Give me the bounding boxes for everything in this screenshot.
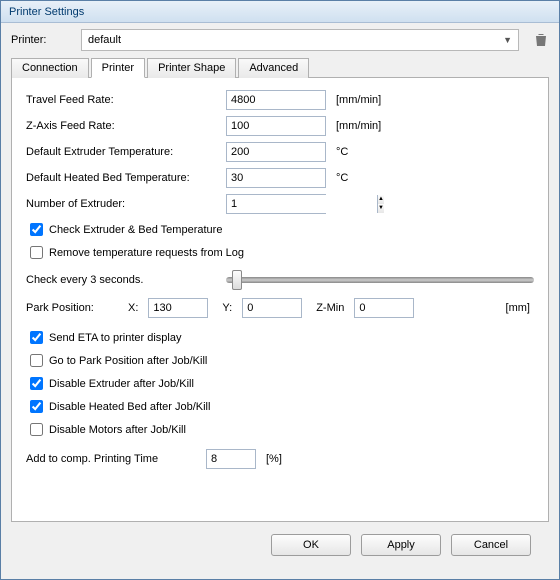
comp-time-input[interactable] <box>206 449 256 469</box>
spin-down-icon[interactable]: ▼ <box>378 204 384 213</box>
bed-temp-label: Default Heated Bed Temperature: <box>26 172 226 184</box>
extruder-temp-unit: °C <box>336 146 348 158</box>
z-feed-rate-input[interactable] <box>226 116 326 136</box>
num-extruder-label: Number of Extruder: <box>26 198 226 210</box>
travel-feed-rate-label: Travel Feed Rate: <box>26 94 226 106</box>
send-eta-label: Send ETA to printer display <box>49 332 181 344</box>
tab-advanced[interactable]: Advanced <box>238 58 309 78</box>
travel-feed-rate-input[interactable] <box>226 90 326 110</box>
park-position-label: Park Position: <box>26 302 114 314</box>
printer-select[interactable]: default ▼ <box>81 29 519 51</box>
park-y-label: Y: <box>222 302 232 314</box>
park-zmin-label: Z-Min <box>316 302 344 314</box>
remove-log-label: Remove temperature requests from Log <box>49 247 244 259</box>
ok-button[interactable]: OK <box>271 534 351 556</box>
go-park-checkbox[interactable] <box>30 354 43 367</box>
tab-printer-shape[interactable]: Printer Shape <box>147 58 236 78</box>
disable-bed-label: Disable Heated Bed after Job/Kill <box>49 401 210 413</box>
disable-bed-checkbox[interactable] <box>30 400 43 413</box>
tab-printer[interactable]: Printer <box>91 58 145 78</box>
disable-extruder-checkbox[interactable] <box>30 377 43 390</box>
trash-icon[interactable] <box>533 32 549 48</box>
park-zmin-input[interactable] <box>354 298 414 318</box>
printer-settings-window: Printer Settings Printer: default ▼ Conn… <box>0 0 560 580</box>
chevron-down-icon: ▼ <box>503 35 512 45</box>
titlebar: Printer Settings <box>1 1 559 23</box>
extruder-temp-input[interactable] <box>226 142 326 162</box>
apply-button[interactable]: Apply <box>361 534 441 556</box>
park-x-input[interactable] <box>148 298 208 318</box>
comp-time-unit: [%] <box>266 453 282 465</box>
park-x-label: X: <box>128 302 138 314</box>
z-feed-rate-unit: [mm/min] <box>336 120 381 132</box>
printer-tab-panel: Travel Feed Rate: [mm/min] Z-Axis Feed R… <box>11 78 549 522</box>
printer-select-value: default <box>88 34 121 46</box>
num-extruder-input[interactable] <box>227 195 377 213</box>
travel-feed-rate-unit: [mm/min] <box>336 94 381 106</box>
window-title: Printer Settings <box>9 6 84 18</box>
check-temp-checkbox[interactable] <box>30 223 43 236</box>
park-y-input[interactable] <box>242 298 302 318</box>
num-extruder-stepper[interactable]: ▲ ▼ <box>226 194 326 214</box>
check-interval-slider[interactable] <box>226 272 534 288</box>
z-feed-rate-label: Z-Axis Feed Rate: <box>26 120 226 132</box>
check-temp-label: Check Extruder & Bed Temperature <box>49 224 222 236</box>
spin-up-icon[interactable]: ▲ <box>378 195 384 204</box>
disable-motors-checkbox[interactable] <box>30 423 43 436</box>
check-interval-label: Check every 3 seconds. <box>26 274 226 286</box>
send-eta-checkbox[interactable] <box>30 331 43 344</box>
go-park-label: Go to Park Position after Job/Kill <box>49 355 207 367</box>
bed-temp-unit: °C <box>336 172 348 184</box>
disable-motors-label: Disable Motors after Job/Kill <box>49 424 186 436</box>
park-unit: [mm] <box>506 302 530 314</box>
remove-log-checkbox[interactable] <box>30 246 43 259</box>
extruder-temp-label: Default Extruder Temperature: <box>26 146 226 158</box>
slider-thumb[interactable] <box>232 270 242 290</box>
tab-connection[interactable]: Connection <box>11 58 89 78</box>
tab-strip: Connection Printer Printer Shape Advance… <box>11 57 549 78</box>
printer-label: Printer: <box>11 34 81 46</box>
bed-temp-input[interactable] <box>226 168 326 188</box>
comp-time-label: Add to comp. Printing Time <box>26 453 206 465</box>
cancel-button[interactable]: Cancel <box>451 534 531 556</box>
disable-extruder-label: Disable Extruder after Job/Kill <box>49 378 194 390</box>
window-body: Printer: default ▼ Connection Printer Pr… <box>1 23 559 566</box>
